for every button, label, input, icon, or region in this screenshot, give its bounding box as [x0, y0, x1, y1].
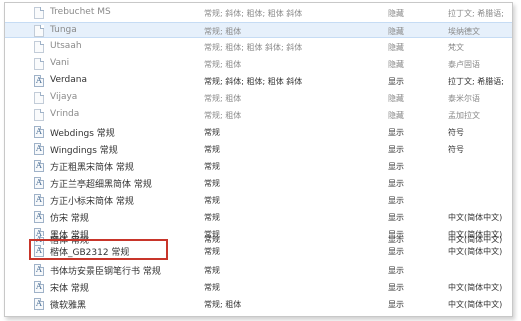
font-row-verdana[interactable]: Verdana 常规; 斜体; 粗体; 粗体 斜体 显示 拉丁文; 希腊语;: [5, 73, 512, 89]
font-style: 常规: [204, 128, 220, 137]
font-style: 常规; 粗体: [204, 111, 242, 120]
font-file-icon: [34, 25, 44, 37]
font-style: 常规; 斜体; 粗体; 粗体 斜体: [204, 9, 303, 18]
font-show-status: 隐藏: [388, 27, 404, 36]
font-a-icon: [34, 264, 44, 276]
font-name: 方正粗黑宋简体 常规: [50, 163, 134, 173]
font-file-icon: [34, 41, 44, 53]
font-a-icon: [34, 177, 44, 189]
font-category: 孟加拉文: [448, 111, 480, 120]
font-show-status: 显示: [388, 77, 404, 86]
font-a-icon: [34, 160, 44, 172]
font-name: 方正兰亭超细黑简体 常规: [50, 180, 152, 190]
font-a-icon: [34, 281, 44, 293]
font-show-status: 隐藏: [388, 60, 404, 69]
font-a-icon: [34, 75, 44, 87]
font-show-status: 显示: [388, 145, 404, 154]
font-row-vani[interactable]: Vani 常规; 粗体 隐藏 泰卢固语: [5, 56, 512, 72]
font-category: 中文(简体中文): [448, 300, 503, 309]
font-name: Vrinda: [50, 109, 80, 119]
font-row-wingdings[interactable]: Wingdings 常规 常规 显示 符号: [5, 141, 512, 157]
font-name: 微软雅黑: [50, 301, 87, 311]
font-row-songti[interactable]: 宋体 常规 常规 显示 中文(简体中文): [5, 279, 512, 295]
font-style: 常规; 斜体; 粗体; 粗体 斜体: [204, 77, 303, 86]
font-name: Tunga: [50, 25, 77, 35]
font-row-trebuchet-ms[interactable]: Trebuchet MS 常规; 斜体; 粗体; 粗体 斜体 隐藏 拉丁文; 希…: [5, 5, 512, 21]
font-name: Utsaah: [50, 41, 82, 51]
font-a-icon: [34, 211, 44, 223]
font-name: Webdings 常规: [50, 129, 115, 139]
font-row-weiruan-yahei[interactable]: 微软雅黑 常规; 粗体 显示 中文(简体中文): [5, 296, 512, 312]
font-row-vijaya[interactable]: Vijaya 常规; 粗体 隐藏 泰米尔语: [5, 90, 512, 106]
font-file-icon: [34, 92, 44, 104]
font-name: Vani: [50, 58, 70, 68]
font-show-status: 显示: [388, 283, 404, 292]
font-row-vrinda[interactable]: Vrinda 常规; 粗体 隐藏 孟加拉文: [5, 107, 512, 123]
font-style: 常规; 粗体; 粗体 斜体; 斜体: [204, 43, 303, 52]
font-category: 埃纳德文: [448, 27, 480, 36]
font-row-shutifang[interactable]: 书体坊安景臣钢笔行书 常规 常规 显示: [5, 262, 512, 278]
font-show-status: 隐藏: [388, 111, 404, 120]
font-name: 宋体 常规: [50, 284, 89, 294]
font-row-utsaah[interactable]: Utsaah 常规; 粗体; 粗体 斜体; 斜体 隐藏 梵文: [5, 39, 512, 55]
font-name: 方正小标宋简体 常规: [50, 197, 134, 207]
font-style: 常规: [204, 179, 220, 188]
font-category: 泰米尔语: [448, 94, 480, 103]
font-category: 中文(简体中文): [448, 283, 503, 292]
font-style: 常规: [204, 162, 220, 171]
font-style: 常规; 粗体: [204, 300, 242, 309]
font-show-status: 隐藏: [388, 43, 404, 52]
font-row-fz-lanting[interactable]: 方正兰亭超细黑简体 常规 常规 显示: [5, 175, 512, 191]
font-category: 中文(简体中文): [448, 213, 503, 222]
font-row-fz-xiaobiaosong[interactable]: 方正小标宋简体 常规 常规 显示: [5, 192, 512, 208]
font-style: 常规: [204, 283, 220, 292]
font-file-icon: [34, 7, 44, 19]
font-show-status: 显示: [388, 266, 404, 275]
font-show-status: 显示: [388, 196, 404, 205]
font-name: Verdana: [50, 75, 87, 85]
font-style: 常规: [204, 145, 220, 154]
font-a-icon: [34, 194, 44, 206]
font-style: 常规: [204, 196, 220, 205]
font-style: 常规: [204, 247, 220, 256]
font-row-tunga[interactable]: Tunga 常规; 粗体 隐藏 埃纳德文: [5, 22, 512, 38]
font-style: 常规: [204, 266, 220, 275]
font-show-status: 隐藏: [388, 9, 404, 18]
font-file-icon: [34, 109, 44, 121]
font-a-icon: [34, 143, 44, 155]
font-show-status: 显示: [388, 179, 404, 188]
font-name: Vijaya: [50, 92, 78, 102]
font-style: 常规; 粗体: [204, 94, 242, 103]
font-category: 中文(简体中文): [448, 247, 503, 256]
font-category: 拉丁文; 希腊语;: [448, 9, 504, 18]
font-name: 仿宋 常规: [50, 214, 89, 224]
font-style: 常规: [204, 213, 220, 222]
font-category: 符号: [448, 145, 464, 154]
font-show-status: 显示: [388, 213, 404, 222]
font-name: 书体坊安景臣钢笔行书 常规: [50, 267, 161, 277]
font-category: 梵文: [448, 43, 464, 52]
font-show-status: 显示: [388, 300, 404, 309]
font-style: 常规; 粗体: [204, 27, 242, 36]
font-style: 常规; 粗体: [204, 60, 242, 69]
font-category: 符号: [448, 128, 464, 137]
font-a-icon: [34, 126, 44, 138]
font-row-fz-cuheisong[interactable]: 方正粗黑宋简体 常规 常规 显示: [5, 158, 512, 174]
font-category: 泰卢固语: [448, 60, 480, 69]
font-list-window: Trebuchet MS 常规; 斜体; 粗体; 粗体 斜体 隐藏 拉丁文; 希…: [4, 2, 513, 317]
font-row-webdings[interactable]: Webdings 常规 常规 显示 符号: [5, 124, 512, 140]
font-show-status: 显示: [388, 128, 404, 137]
font-a-icon: [34, 298, 44, 310]
font-file-icon: [34, 58, 44, 70]
font-row-fangsong[interactable]: 仿宋 常规 常规 显示 中文(简体中文): [5, 209, 512, 225]
annotation-highlight-box: [29, 239, 168, 260]
font-name: Trebuchet MS: [50, 7, 111, 17]
font-show-status: 隐藏: [388, 94, 404, 103]
font-category: 拉丁文; 希腊语;: [448, 77, 504, 86]
font-name: Wingdings 常规: [50, 146, 118, 156]
font-show-status: 显示: [388, 247, 404, 256]
font-show-status: 显示: [388, 162, 404, 171]
